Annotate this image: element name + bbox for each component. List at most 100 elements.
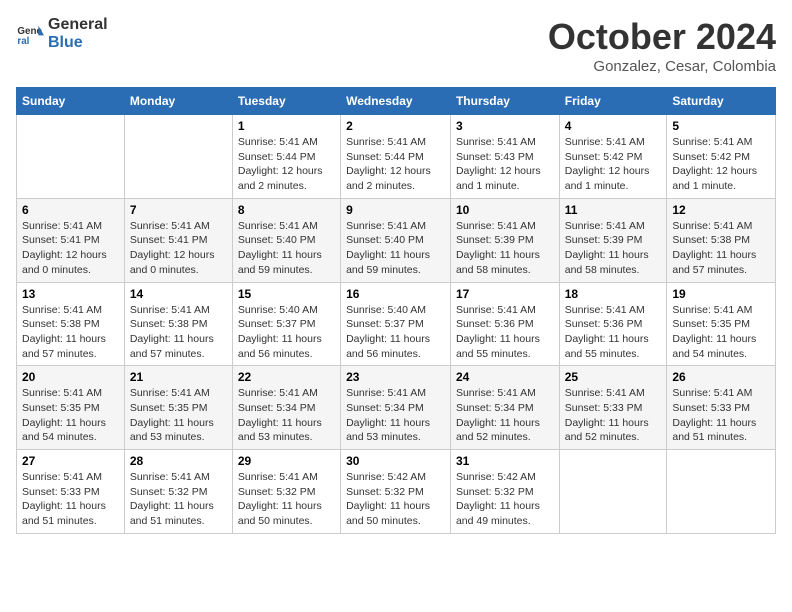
day-info: Sunrise: 5:41 AM Sunset: 5:44 PM Dayligh… [346, 135, 445, 194]
day-info: Sunrise: 5:41 AM Sunset: 5:33 PM Dayligh… [565, 386, 662, 445]
day-number: 5 [672, 119, 770, 133]
calendar-cell: 24 Sunrise: 5:41 AM Sunset: 5:34 PM Dayli… [450, 366, 559, 450]
calendar-cell: 29 Sunrise: 5:41 AM Sunset: 5:32 PM Dayli… [232, 450, 340, 534]
day-number: 31 [456, 454, 554, 468]
weekday-header-sunday: Sunday [17, 88, 125, 115]
calendar-cell: 27 Sunrise: 5:41 AM Sunset: 5:33 PM Dayli… [17, 450, 125, 534]
day-info: Sunrise: 5:41 AM Sunset: 5:34 PM Dayligh… [238, 386, 335, 445]
calendar-cell [667, 450, 776, 534]
calendar-week-5: 27 Sunrise: 5:41 AM Sunset: 5:33 PM Dayli… [17, 450, 776, 534]
day-number: 20 [22, 370, 119, 384]
calendar-cell: 26 Sunrise: 5:41 AM Sunset: 5:33 PM Dayli… [667, 366, 776, 450]
calendar-cell: 22 Sunrise: 5:41 AM Sunset: 5:34 PM Dayli… [232, 366, 340, 450]
day-info: Sunrise: 5:41 AM Sunset: 5:35 PM Dayligh… [672, 303, 770, 362]
day-info: Sunrise: 5:40 AM Sunset: 5:37 PM Dayligh… [238, 303, 335, 362]
calendar-cell: 28 Sunrise: 5:41 AM Sunset: 5:32 PM Dayli… [124, 450, 232, 534]
day-info: Sunrise: 5:41 AM Sunset: 5:41 PM Dayligh… [130, 219, 227, 278]
calendar-week-4: 20 Sunrise: 5:41 AM Sunset: 5:35 PM Dayli… [17, 366, 776, 450]
day-number: 22 [238, 370, 335, 384]
day-number: 17 [456, 287, 554, 301]
calendar-cell: 3 Sunrise: 5:41 AM Sunset: 5:43 PM Daylig… [450, 115, 559, 199]
day-info: Sunrise: 5:41 AM Sunset: 5:33 PM Dayligh… [22, 470, 119, 529]
day-info: Sunrise: 5:41 AM Sunset: 5:41 PM Dayligh… [22, 219, 119, 278]
weekday-header-wednesday: Wednesday [341, 88, 451, 115]
day-number: 1 [238, 119, 335, 133]
calendar-cell: 18Sunrise: 5:41 AM Sunset: 5:36 PM Dayli… [559, 282, 667, 366]
day-info: Sunrise: 5:41 AM Sunset: 5:32 PM Dayligh… [130, 470, 227, 529]
calendar-cell [559, 450, 667, 534]
day-number: 3 [456, 119, 554, 133]
calendar-cell: 23Sunrise: 5:41 AM Sunset: 5:34 PM Dayli… [341, 366, 451, 450]
day-info: Sunrise: 5:41 AM Sunset: 5:34 PM Dayligh… [456, 386, 554, 445]
weekday-header-tuesday: Tuesday [232, 88, 340, 115]
calendar-cell: 20 Sunrise: 5:41 AM Sunset: 5:35 PM Dayli… [17, 366, 125, 450]
day-info: Sunrise: 5:41 AM Sunset: 5:42 PM Dayligh… [672, 135, 770, 194]
day-info: Sunrise: 5:41 AM Sunset: 5:34 PM Dayligh… [346, 386, 445, 445]
day-info: Sunrise: 5:41 AM Sunset: 5:38 PM Dayligh… [130, 303, 227, 362]
day-number: 4 [565, 119, 662, 133]
calendar-cell: 25 Sunrise: 5:41 AM Sunset: 5:33 PM Dayli… [559, 366, 667, 450]
calendar-cell: 11 Sunrise: 5:41 AM Sunset: 5:39 PM Dayli… [559, 198, 667, 282]
day-number: 29 [238, 454, 335, 468]
calendar-cell: 10Sunrise: 5:41 AM Sunset: 5:39 PM Dayli… [450, 198, 559, 282]
day-info: Sunrise: 5:41 AM Sunset: 5:36 PM Dayligh… [565, 303, 662, 362]
weekday-header-thursday: Thursday [450, 88, 559, 115]
day-number: 27 [22, 454, 119, 468]
day-info: Sunrise: 5:41 AM Sunset: 5:40 PM Dayligh… [346, 219, 445, 278]
logo-icon: Gene ral [16, 20, 44, 48]
day-info: Sunrise: 5:41 AM Sunset: 5:39 PM Dayligh… [565, 219, 662, 278]
calendar-week-3: 13 Sunrise: 5:41 AM Sunset: 5:38 PM Dayli… [17, 282, 776, 366]
day-info: Sunrise: 5:42 AM Sunset: 5:32 PM Dayligh… [346, 470, 445, 529]
day-info: Sunrise: 5:41 AM Sunset: 5:39 PM Dayligh… [456, 219, 554, 278]
day-info: Sunrise: 5:41 AM Sunset: 5:42 PM Dayligh… [565, 135, 662, 194]
logo: Gene ral General Blue [16, 16, 108, 52]
calendar-cell: 2 Sunrise: 5:41 AM Sunset: 5:44 PM Daylig… [341, 115, 451, 199]
day-number: 26 [672, 370, 770, 384]
calendar-cell: 30 Sunrise: 5:42 AM Sunset: 5:32 PM Dayli… [341, 450, 451, 534]
day-number: 15 [238, 287, 335, 301]
calendar-cell [17, 115, 125, 199]
calendar-cell [124, 115, 232, 199]
calendar-cell: 1 Sunrise: 5:41 AM Sunset: 5:44 PM Daylig… [232, 115, 340, 199]
calendar-cell: 17Sunrise: 5:41 AM Sunset: 5:36 PM Dayli… [450, 282, 559, 366]
day-info: Sunrise: 5:42 AM Sunset: 5:32 PM Dayligh… [456, 470, 554, 529]
logo-blue-text: Blue [48, 34, 83, 51]
weekday-row: SundayMondayTuesdayWednesdayThursdayFrid… [17, 88, 776, 115]
calendar-cell: 12 Sunrise: 5:41 AM Sunset: 5:38 PM Dayli… [667, 198, 776, 282]
day-info: Sunrise: 5:41 AM Sunset: 5:38 PM Dayligh… [672, 219, 770, 278]
day-number: 2 [346, 119, 445, 133]
calendar-cell: 8Sunrise: 5:41 AM Sunset: 5:40 PM Daylig… [232, 198, 340, 282]
calendar-cell: 6Sunrise: 5:41 AM Sunset: 5:41 PM Daylig… [17, 198, 125, 282]
day-info: Sunrise: 5:41 AM Sunset: 5:32 PM Dayligh… [238, 470, 335, 529]
calendar-cell: 19Sunrise: 5:41 AM Sunset: 5:35 PM Dayli… [667, 282, 776, 366]
calendar-cell: 4 Sunrise: 5:41 AM Sunset: 5:42 PM Daylig… [559, 115, 667, 199]
svg-text:ral: ral [17, 36, 29, 47]
month-title: October 2024 [548, 16, 776, 58]
day-number: 16 [346, 287, 445, 301]
day-number: 30 [346, 454, 445, 468]
day-info: Sunrise: 5:41 AM Sunset: 5:40 PM Dayligh… [238, 219, 335, 278]
day-number: 21 [130, 370, 227, 384]
logo-general-text: General [48, 16, 108, 33]
day-info: Sunrise: 5:41 AM Sunset: 5:35 PM Dayligh… [22, 386, 119, 445]
day-info: Sunrise: 5:41 AM Sunset: 5:33 PM Dayligh… [672, 386, 770, 445]
day-number: 13 [22, 287, 119, 301]
day-info: Sunrise: 5:41 AM Sunset: 5:44 PM Dayligh… [238, 135, 335, 194]
day-number: 11 [565, 203, 662, 217]
day-number: 28 [130, 454, 227, 468]
day-number: 9 [346, 203, 445, 217]
day-info: Sunrise: 5:41 AM Sunset: 5:43 PM Dayligh… [456, 135, 554, 194]
day-number: 25 [565, 370, 662, 384]
calendar-cell: 16 Sunrise: 5:40 AM Sunset: 5:37 PM Dayli… [341, 282, 451, 366]
calendar-body: 1 Sunrise: 5:41 AM Sunset: 5:44 PM Daylig… [17, 115, 776, 534]
day-number: 14 [130, 287, 227, 301]
day-number: 24 [456, 370, 554, 384]
day-info: Sunrise: 5:41 AM Sunset: 5:35 PM Dayligh… [130, 386, 227, 445]
calendar-header: SundayMondayTuesdayWednesdayThursdayFrid… [17, 88, 776, 115]
calendar-week-1: 1 Sunrise: 5:41 AM Sunset: 5:44 PM Daylig… [17, 115, 776, 199]
weekday-header-saturday: Saturday [667, 88, 776, 115]
day-number: 12 [672, 203, 770, 217]
day-info: Sunrise: 5:40 AM Sunset: 5:37 PM Dayligh… [346, 303, 445, 362]
calendar-cell: 15 Sunrise: 5:40 AM Sunset: 5:37 PM Dayli… [232, 282, 340, 366]
calendar-cell: 21 Sunrise: 5:41 AM Sunset: 5:35 PM Dayli… [124, 366, 232, 450]
